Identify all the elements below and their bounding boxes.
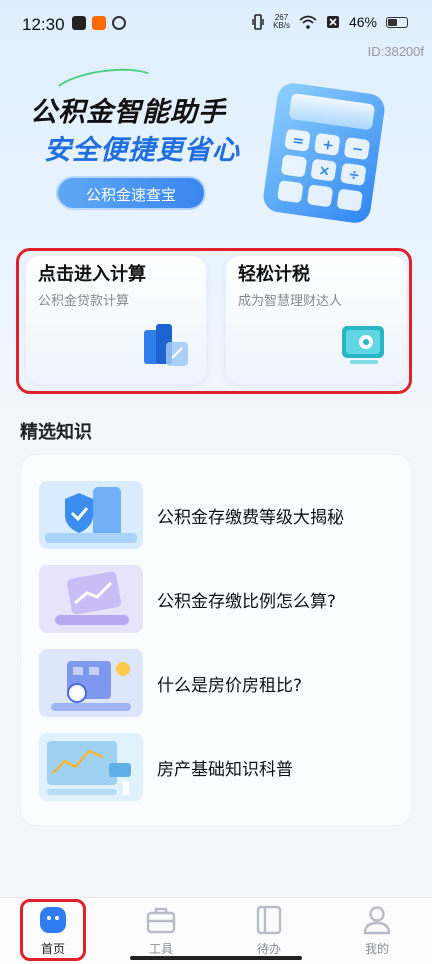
section-title: 精选知识 bbox=[20, 422, 92, 443]
notification-icons bbox=[72, 16, 126, 30]
quick-lookup-button[interactable]: 公积金速查宝 bbox=[56, 176, 206, 210]
tab-label: 我的 bbox=[364, 942, 389, 956]
net-speed: 267 KB/s bbox=[273, 14, 290, 30]
banner-subtitle: 安全便捷更省心 bbox=[44, 135, 240, 166]
svg-text:×: × bbox=[317, 162, 331, 179]
toolbox-icon bbox=[146, 907, 176, 934]
user-icon bbox=[363, 906, 391, 935]
notebook-icon bbox=[256, 905, 282, 935]
wifi-icon bbox=[299, 15, 317, 29]
status-time: 12:30 bbox=[22, 15, 65, 34]
tab-label: 工具 bbox=[148, 942, 173, 956]
hero-banner: 公积金智能助手 安全便捷更省心 公积金速查宝 = + − × ÷ bbox=[0, 60, 432, 240]
dashboard-thumb bbox=[39, 733, 143, 801]
play-app-icon bbox=[72, 16, 86, 30]
gesture-home-indicator[interactable] bbox=[130, 956, 302, 960]
battery-percent: 46% bbox=[348, 14, 377, 30]
list-item[interactable]: 房产基础知识科普 bbox=[39, 733, 399, 805]
device-id: ID:38200f bbox=[367, 44, 424, 59]
article-title: 公积金存缴比例怎么算? bbox=[157, 592, 337, 612]
article-title: 什么是房价房租比? bbox=[157, 676, 303, 696]
status-right: 267 KB/s 46% bbox=[252, 14, 408, 30]
article-title: 公积金存缴费等级大揭秘 bbox=[157, 508, 344, 528]
building-coin-thumb bbox=[39, 649, 143, 717]
list-item[interactable]: 什么是房价房租比? bbox=[39, 649, 399, 721]
chart-card-thumb bbox=[39, 565, 143, 633]
svg-text:÷: ÷ bbox=[347, 167, 361, 184]
tab-profile[interactable]: 我的 bbox=[337, 898, 417, 964]
sim-off-icon bbox=[326, 16, 339, 28]
banner-title: 公积金智能助手 bbox=[30, 97, 226, 128]
net-speed-unit: KB/s bbox=[273, 21, 290, 30]
vibrate-icon bbox=[252, 14, 264, 30]
svg-text:+: + bbox=[321, 137, 335, 154]
link-app-icon bbox=[112, 16, 126, 30]
svg-text:=: = bbox=[291, 133, 305, 150]
status-bar: 12:30 267 KB/s 46% bbox=[0, 0, 432, 50]
battery-icon bbox=[386, 16, 408, 28]
list-item[interactable]: 公积金存缴费等级大揭秘 bbox=[39, 481, 399, 553]
list-item[interactable]: 公积金存缴比例怎么算? bbox=[39, 565, 399, 637]
knowledge-list: 公积金存缴费等级大揭秘 公积金存缴比例怎么算? 什么是房价房租比? 房产基础知识… bbox=[20, 454, 412, 826]
highlight-box-home bbox=[20, 899, 86, 961]
tab-tools[interactable]: 工具 bbox=[121, 898, 201, 964]
tab-label: 待办 bbox=[256, 942, 281, 956]
calculator-illustration-icon: = + − × ÷ bbox=[263, 83, 385, 223]
highlight-box-cards bbox=[16, 248, 412, 394]
tab-todo[interactable]: 待办 bbox=[229, 898, 309, 964]
shield-phone-thumb bbox=[39, 481, 143, 549]
shop-app-icon bbox=[92, 16, 106, 30]
svg-text:−: − bbox=[351, 141, 365, 158]
article-title: 房产基础知识科普 bbox=[157, 760, 293, 780]
